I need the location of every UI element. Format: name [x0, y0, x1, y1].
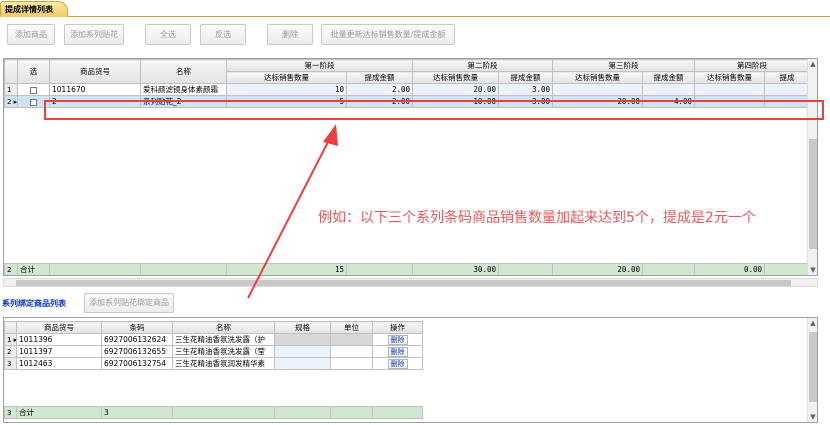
annotation-note: 例如：以下三个系列条码商品销售数量加起来达到5个，提成是2元一个 [318, 210, 756, 226]
grid2-vertical-scrollbar[interactable]: ▲ ▼ [807, 318, 817, 422]
bound-products-grid: 商品货号 条码 名称 规格 单位 操作 1 ▸ 1011396 69270061… [3, 317, 818, 423]
table-row[interactable]: 3 1012463 6927006132754 三生花精油香氛润发精华素 删除 [4, 357, 423, 370]
col-sku[interactable]: 商品货号 [16, 321, 102, 334]
total-row: 3 合计 3 [4, 406, 423, 419]
col-barcode[interactable]: 条码 [101, 321, 173, 334]
table-row[interactable]: 1 ▸ 1011396 6927006132624 三生花精油香氛洗发露（护 删… [4, 333, 423, 346]
row-number: 3 [4, 357, 17, 370]
cell-barcode[interactable]: 6927006132624 [101, 333, 173, 346]
scroll-thumb[interactable] [809, 332, 817, 402]
cell-name[interactable]: 三生花精油香氛洗发露（莹 [172, 345, 275, 358]
cell-unit[interactable] [330, 345, 373, 358]
cell-barcode[interactable]: 6927006132655 [101, 345, 173, 358]
cell-unit[interactable] [330, 357, 373, 370]
row-number: 3 [4, 406, 17, 419]
col-spec[interactable]: 规格 [274, 321, 331, 334]
col-name[interactable]: 名称 [172, 321, 275, 334]
bound-products-title: 系列绑定商品列表 [2, 299, 66, 308]
cell-sku[interactable]: 1011396 [16, 333, 102, 346]
col-unit[interactable]: 单位 [330, 321, 373, 334]
row-header-corner [4, 321, 17, 334]
cell-spec[interactable] [274, 345, 331, 358]
total-label: 合计 [16, 406, 102, 419]
cell-spec[interactable] [274, 357, 331, 370]
cell-sku[interactable]: 1012463 [16, 357, 102, 370]
scroll-up-icon[interactable]: ▲ [808, 318, 817, 328]
total-count: 3 [101, 406, 173, 419]
cell-barcode[interactable]: 6927006132754 [101, 357, 173, 370]
add-bound-product-button[interactable]: 添加系列贴花绑定商品 [84, 293, 174, 313]
delete-row-button[interactable]: 删除 [387, 346, 408, 357]
cell-sku[interactable]: 1011397 [16, 345, 102, 358]
table-row[interactable]: 2 1011397 6927006132655 三生花精油香氛洗发露（莹 删除 [4, 345, 423, 358]
delete-row-button[interactable]: 删除 [387, 358, 408, 369]
row-number: 1 ▸ [4, 333, 17, 346]
row-number: 2 [4, 345, 17, 358]
cell-name[interactable]: 三生花精油香氛洗发露（护 [172, 333, 275, 346]
cell-name[interactable]: 三生花精油香氛润发精华素 [172, 357, 275, 370]
col-op[interactable]: 操作 [372, 321, 423, 334]
cell-unit[interactable] [330, 333, 373, 346]
scroll-down-icon[interactable]: ▼ [808, 412, 817, 422]
delete-row-button[interactable]: 删除 [387, 334, 408, 345]
cell-spec[interactable] [274, 333, 331, 346]
